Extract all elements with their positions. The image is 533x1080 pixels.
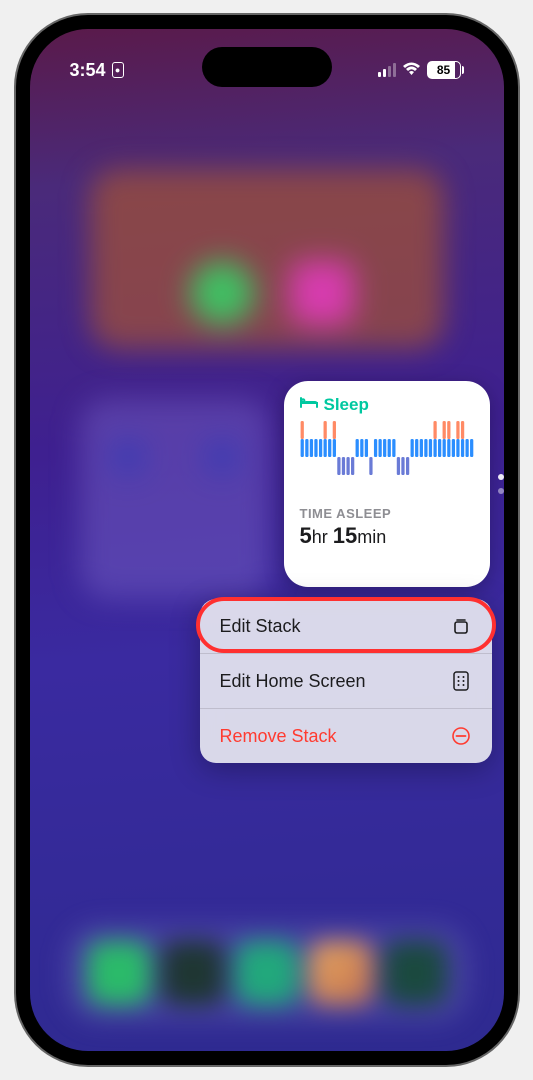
widget-page-dots (498, 474, 504, 494)
dock-app-5[interactable] (383, 941, 447, 1005)
apps-grid-icon (450, 670, 472, 692)
dock-app-4[interactable] (309, 941, 373, 1005)
dock-app-3[interactable] (235, 941, 299, 1005)
dock (64, 923, 470, 1023)
dock-app-1[interactable] (87, 941, 151, 1005)
menu-edit-home-label: Edit Home Screen (220, 671, 366, 692)
metric-label: TIME ASLEEP (300, 506, 474, 521)
menu-remove-stack-label: Remove Stack (220, 726, 337, 747)
widget-header: Sleep (300, 395, 474, 415)
menu-edit-home-screen[interactable]: Edit Home Screen (200, 654, 492, 709)
menu-edit-stack-label: Edit Stack (220, 616, 301, 637)
menu-edit-stack[interactable]: Edit Stack (200, 599, 492, 654)
focus-person-icon: ● (112, 62, 124, 78)
minutes-unit: min (357, 527, 386, 547)
menu-remove-stack[interactable]: Remove Stack (200, 709, 492, 763)
hours-unit: hr (312, 527, 328, 547)
bed-icon (300, 396, 318, 415)
dynamic-island (202, 47, 332, 87)
wifi-icon (402, 60, 421, 81)
screen: 3:54 ● 85 (30, 29, 504, 1051)
metric-value: 5hr 15min (300, 523, 474, 549)
cellular-icon (378, 63, 396, 77)
background-widget-left (80, 399, 270, 599)
stack-icon (450, 615, 472, 637)
remove-minus-icon (450, 725, 472, 747)
widget-context-menu: Edit Stack Edit Home Screen Remove Stack (200, 599, 492, 763)
status-time-group: 3:54 ● (70, 60, 124, 81)
phone-frame: 3:54 ● 85 (16, 15, 518, 1065)
status-indicators: 85 (378, 60, 464, 81)
hours-number: 5 (300, 523, 312, 548)
background-widget-music (90, 169, 444, 349)
dock-app-2[interactable] (161, 941, 225, 1005)
minutes-number: 15 (333, 523, 357, 548)
widget-title: Sleep (324, 395, 369, 415)
battery-level: 85 (427, 61, 461, 79)
battery-icon: 85 (427, 61, 464, 79)
sleep-stages-chart (300, 421, 474, 493)
sleep-widget[interactable]: Sleep TIME ASLEEP 5hr 15min (284, 381, 490, 587)
status-time: 3:54 (70, 60, 106, 81)
